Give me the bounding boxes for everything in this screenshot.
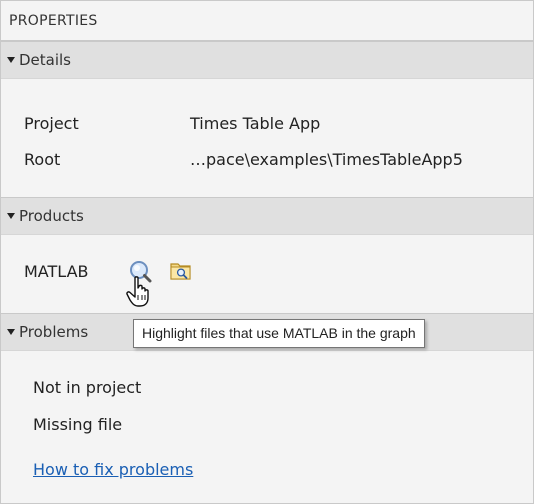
expand-triangle-icon[interactable] — [7, 56, 15, 63]
root-value: …pace\examples\TimesTableApp5 — [190, 150, 463, 169]
product-matlab-label: MATLAB — [24, 262, 89, 281]
problem-item: Missing file — [33, 415, 123, 434]
details-section-header[interactable]: Details — [1, 41, 533, 79]
products-header-label: Products — [19, 207, 84, 225]
project-label: Project — [24, 114, 79, 133]
expand-triangle-icon[interactable] — [7, 328, 15, 335]
project-value: Times Table App — [190, 114, 321, 133]
problems-section-body: Not in project Missing file How to fix p… — [1, 351, 533, 502]
details-section-body: Project Times Table App Root …pace\examp… — [1, 79, 533, 197]
hand-cursor-icon — [125, 275, 157, 313]
properties-panel: PROPERTIES Details Project Times Table A… — [0, 0, 534, 504]
problems-header-label: Problems — [19, 323, 89, 341]
expand-triangle-icon[interactable] — [7, 212, 15, 219]
how-to-fix-problems-link[interactable]: How to fix problems — [33, 460, 193, 479]
products-section-header[interactable]: Products — [1, 197, 533, 235]
tooltip: Highlight files that use MATLAB in the g… — [133, 319, 425, 348]
panel-title: PROPERTIES — [1, 1, 533, 41]
details-header-label: Details — [19, 51, 72, 69]
folder-search-icon[interactable] — [170, 261, 192, 285]
problem-item: Not in project — [33, 378, 142, 397]
root-label: Root — [24, 150, 61, 169]
products-section-body: MATLAB — [1, 235, 533, 313]
